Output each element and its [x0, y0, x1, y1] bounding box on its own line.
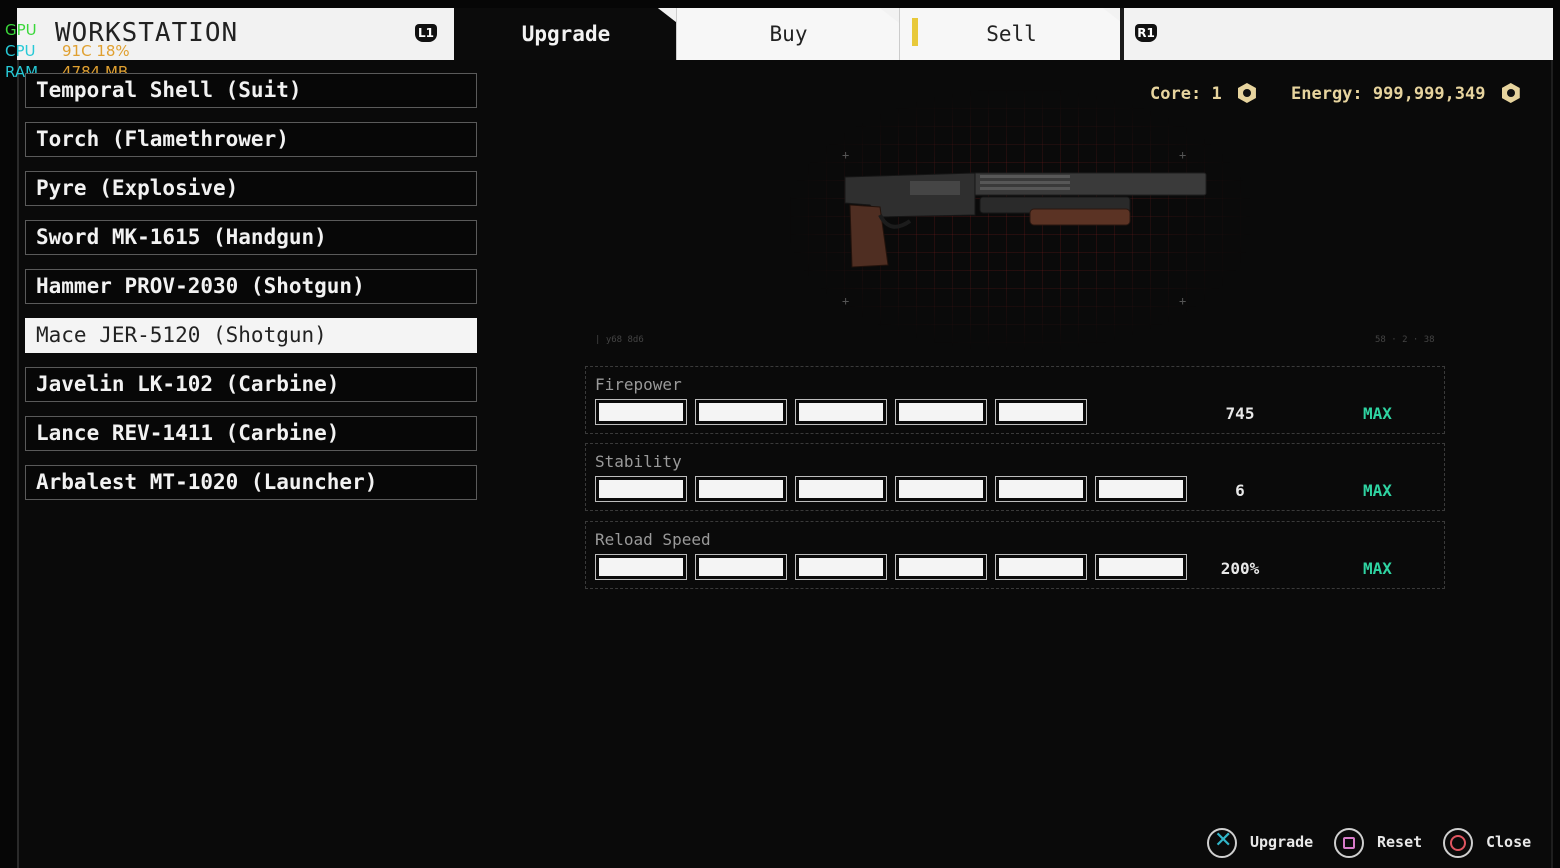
circle-button-icon	[1443, 828, 1473, 858]
stat-label: Reload Speed	[595, 530, 711, 549]
code-label: | y68 8d6	[595, 335, 644, 345]
stat-value: 6	[1235, 481, 1245, 500]
weapon-item-arbalest[interactable]: Arbalest MT-1020 (Launcher)	[25, 465, 477, 500]
stat-max-badge: MAX	[1363, 559, 1392, 578]
stat-level-segment	[895, 399, 987, 425]
stat-level-bars	[595, 554, 1196, 580]
stat-level-segment	[895, 476, 987, 502]
stat-level-segment	[695, 399, 787, 425]
stat-stability: Stability 6 MAX	[585, 443, 1445, 511]
reset-prompt-label: Reset	[1377, 833, 1423, 851]
code-label-right: 58 · 2 · 38	[1375, 335, 1435, 345]
weapon-item-torch[interactable]: Torch (Flamethrower)	[25, 122, 477, 157]
energy-currency-icon	[1501, 83, 1520, 103]
weapon-item-hammer[interactable]: Hammer PROV-2030 (Shotgun)	[25, 269, 477, 304]
stat-level-segment	[595, 399, 687, 425]
stat-level-segment	[595, 554, 687, 580]
stat-label: Stability	[595, 452, 682, 471]
crosshair-marker-icon: +	[1179, 148, 1187, 162]
stat-level-segment	[795, 554, 887, 580]
stat-level-bars	[595, 476, 1196, 502]
cross-button-icon: ✕	[1207, 828, 1237, 858]
stat-level-segment	[695, 554, 787, 580]
stat-level-segment	[995, 476, 1087, 502]
tab-buy[interactable]: Buy	[676, 8, 900, 60]
stat-level-segment	[895, 554, 987, 580]
weapon-item-temporal-shell[interactable]: Temporal Shell (Suit)	[25, 73, 477, 108]
close-prompt-label: Close	[1486, 833, 1532, 851]
stat-max-badge: MAX	[1363, 404, 1392, 423]
alert-marker-icon	[912, 18, 918, 46]
weapon-item-sword[interactable]: Sword MK-1615 (Handgun)	[25, 220, 477, 255]
crosshair-marker-icon: +	[842, 148, 850, 162]
weapon-item-mace[interactable]: Mace JER-5120 (Shotgun)	[25, 318, 477, 353]
stat-level-segment	[795, 399, 887, 425]
weapon-list: Temporal Shell (Suit) Torch (Flamethrowe…	[25, 73, 477, 514]
tab-divider	[1120, 8, 1124, 60]
crosshair-marker-icon: +	[1179, 294, 1187, 308]
stat-level-bars	[595, 399, 1096, 425]
stat-level-segment	[995, 554, 1087, 580]
weapon-item-pyre[interactable]: Pyre (Explosive)	[25, 171, 477, 206]
stat-value: 200%	[1220, 559, 1260, 578]
tab-sell[interactable]: Sell	[899, 8, 1123, 60]
stat-level-segment	[795, 476, 887, 502]
stat-value: 745	[1225, 404, 1255, 423]
weapon-item-javelin[interactable]: Javelin LK-102 (Carbine)	[25, 367, 477, 402]
stat-level-segment	[995, 399, 1087, 425]
shotgun-image	[844, 172, 1207, 268]
stat-firepower: Firepower 745 MAX	[585, 366, 1445, 434]
stat-max-badge: MAX	[1363, 481, 1392, 500]
tab-upgrade[interactable]: Upgrade	[454, 8, 678, 60]
cpu-label: CPU	[5, 42, 36, 60]
stat-label: Firepower	[595, 375, 682, 394]
stat-level-segment	[695, 476, 787, 502]
r1-button-icon[interactable]: R1	[1135, 24, 1157, 42]
top-bar: WORKSTATION L1 Upgrade Buy Sell R1	[17, 8, 1553, 60]
weapon-item-lance[interactable]: Lance REV-1411 (Carbine)	[25, 416, 477, 451]
upgrade-prompt-label: Upgrade	[1250, 833, 1314, 851]
cpu-value: 91C 18%	[62, 42, 130, 60]
stat-reload-speed: Reload Speed 200% MAX	[585, 521, 1445, 589]
stat-level-segment	[1095, 554, 1187, 580]
weapon-preview: + + + +	[590, 70, 1445, 350]
l1-button-icon[interactable]: L1	[415, 24, 437, 42]
square-button-icon	[1334, 828, 1364, 858]
stat-level-segment	[595, 476, 687, 502]
stat-level-segment	[1095, 476, 1187, 502]
tab-sell-label: Sell	[986, 22, 1037, 46]
gpu-label: GPU	[5, 21, 37, 39]
crosshair-marker-icon: +	[842, 294, 850, 308]
